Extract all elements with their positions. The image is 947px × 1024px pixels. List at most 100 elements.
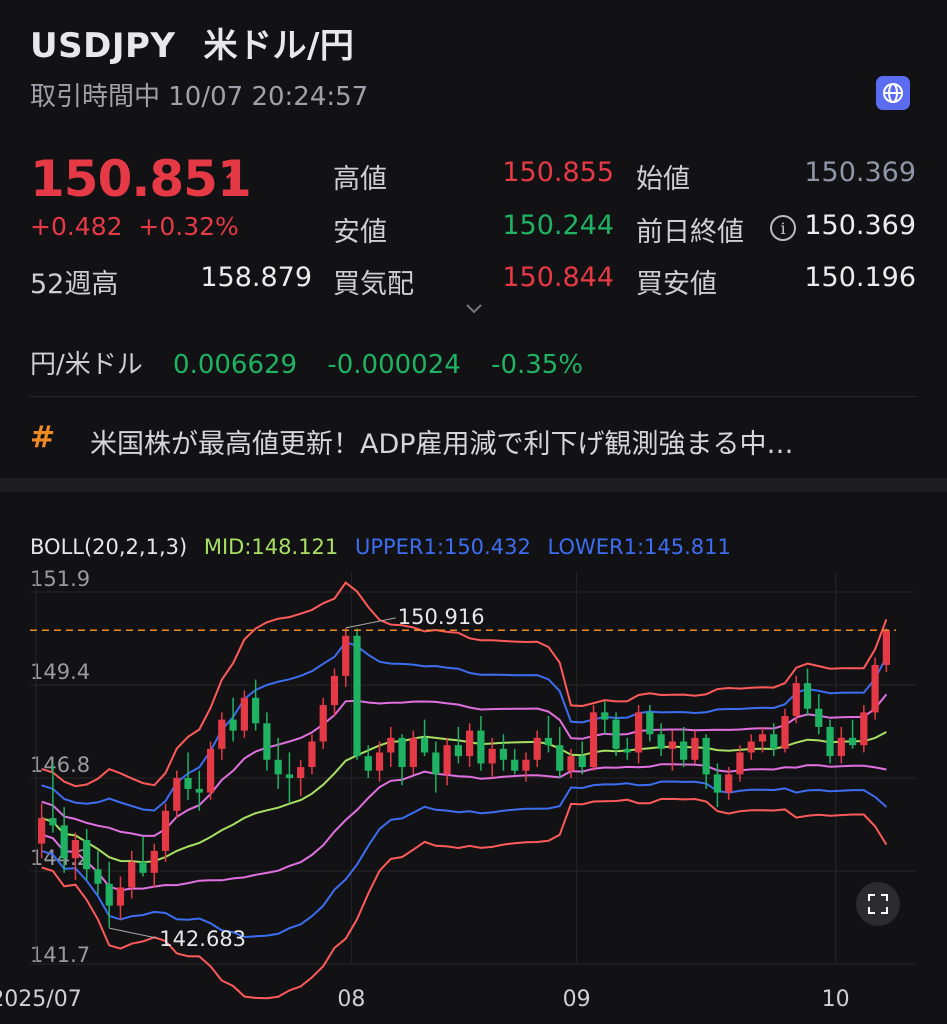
page-title: USDJPY 米ドル/円 [30, 18, 354, 67]
upper2-line [41, 640, 888, 812]
candle-body [634, 712, 643, 753]
fullscreen-icon[interactable] [856, 882, 900, 926]
candle-body [409, 737, 417, 768]
high-label: 高値 [333, 164, 387, 195]
conversion-pct: -0.35% [491, 350, 584, 380]
low-value: 150.244 [502, 210, 614, 241]
candle-body [342, 635, 350, 676]
y-tick-label: 149.4 [30, 660, 90, 684]
candle-body [589, 712, 598, 768]
candle-body [815, 708, 823, 727]
max-annotation: 150.916 [398, 605, 485, 629]
conversion-value: 0.006629 [173, 350, 298, 380]
symbol: USDJPY [30, 26, 176, 66]
candle-body [398, 737, 406, 768]
x-tick-label: 08 [337, 987, 365, 1012]
candle-body [252, 697, 260, 724]
x-tick-label: 09 [563, 987, 591, 1012]
candle-body [263, 723, 271, 760]
candle-body [477, 730, 485, 764]
divider [30, 396, 916, 397]
prev-close-value: 150.369 [804, 210, 916, 241]
mid-label: MID:148.121 [203, 535, 339, 559]
candle-body [71, 840, 80, 859]
candle-body [375, 752, 384, 771]
candle-body [240, 697, 248, 731]
week52-high-label: 52週高 [30, 269, 119, 300]
candle-body [330, 675, 339, 706]
lower2-line [41, 780, 888, 939]
min-annotation-leader [109, 927, 158, 939]
candle-body [860, 712, 868, 746]
buy-low-value: 150.196 [804, 262, 916, 293]
candle-body [387, 737, 395, 753]
hashtag-icon: # [30, 420, 56, 455]
candle-body [556, 745, 564, 771]
x-tick-label: 2025/07 [0, 987, 82, 1012]
candle-body [848, 737, 857, 746]
conversion-label: 円/米ドル [30, 350, 143, 380]
buy-low-label: 買安値 [636, 269, 717, 300]
candle-body [578, 756, 586, 768]
open-label: 始値 [636, 164, 690, 195]
low-label: 安値 [333, 217, 387, 248]
candle-body [274, 759, 282, 775]
conversion-change: -0.000024 [327, 350, 461, 380]
week52-high-value: 158.879 [200, 262, 312, 293]
candle-body [173, 778, 181, 811]
candle-body [319, 705, 327, 742]
info-icon[interactable]: i [770, 215, 796, 241]
candle-body [83, 840, 91, 870]
news-headline[interactable]: 米国株が最高値更新！ADP雇用減で利下げ観測強まる中… [90, 422, 794, 461]
up-arrow-icon: ↑ [221, 168, 243, 198]
candle-body [770, 734, 778, 749]
candle-body [758, 734, 767, 742]
candle-body [725, 774, 733, 793]
candle-body [364, 756, 372, 771]
candle-body [150, 850, 158, 873]
indicator-legend: BOLL(20,2,1,3) MID:148.121 UPPER1:150.43… [30, 535, 731, 559]
candle-body [139, 861, 147, 873]
candle-body [691, 737, 699, 760]
candle-body [161, 810, 170, 851]
bid-value: 150.844 [502, 262, 614, 293]
candle-body [803, 683, 812, 709]
candle-body [702, 737, 710, 775]
candle-body [623, 748, 631, 753]
y-tick-label: 141.7 [30, 943, 90, 967]
candle-body [297, 767, 305, 778]
candle-body [128, 861, 136, 888]
candle-body [353, 635, 361, 757]
candle-body [443, 745, 451, 775]
x-tick-label: 10 [822, 987, 850, 1012]
candle-body [747, 741, 755, 753]
candle-body [736, 752, 744, 775]
candle-body [680, 741, 688, 760]
candle-body [781, 716, 789, 749]
candle-body [871, 664, 879, 713]
candle-body [826, 726, 834, 757]
candle-body [218, 719, 226, 749]
candle-body [792, 683, 800, 716]
y-tick-label: 151.9 [30, 567, 90, 591]
candle-body [567, 756, 575, 771]
candlestick-chart[interactable]: 151.9149.4146.8144.2141.72025/0708091015… [0, 560, 947, 1024]
globe-icon[interactable] [876, 76, 910, 110]
candle-body [882, 630, 890, 665]
chevron-down-icon[interactable] [464, 300, 484, 319]
open-value: 150.369 [804, 157, 916, 188]
high-value: 150.855 [502, 157, 614, 188]
candle-body [466, 730, 474, 757]
min-annotation: 142.683 [159, 927, 246, 951]
pair-name: 米ドル/円 [203, 26, 355, 66]
market-status: 取引時間中 10/07 20:24:57 [30, 82, 369, 112]
candle-body [229, 719, 237, 731]
candle-body [49, 818, 57, 826]
candle-body [646, 712, 654, 735]
bid-label: 買気配 [333, 269, 414, 300]
candle-body [454, 745, 462, 757]
candle-body [60, 825, 68, 859]
candle-body [94, 869, 102, 884]
candle-body [511, 759, 519, 771]
candle-body [116, 887, 125, 906]
